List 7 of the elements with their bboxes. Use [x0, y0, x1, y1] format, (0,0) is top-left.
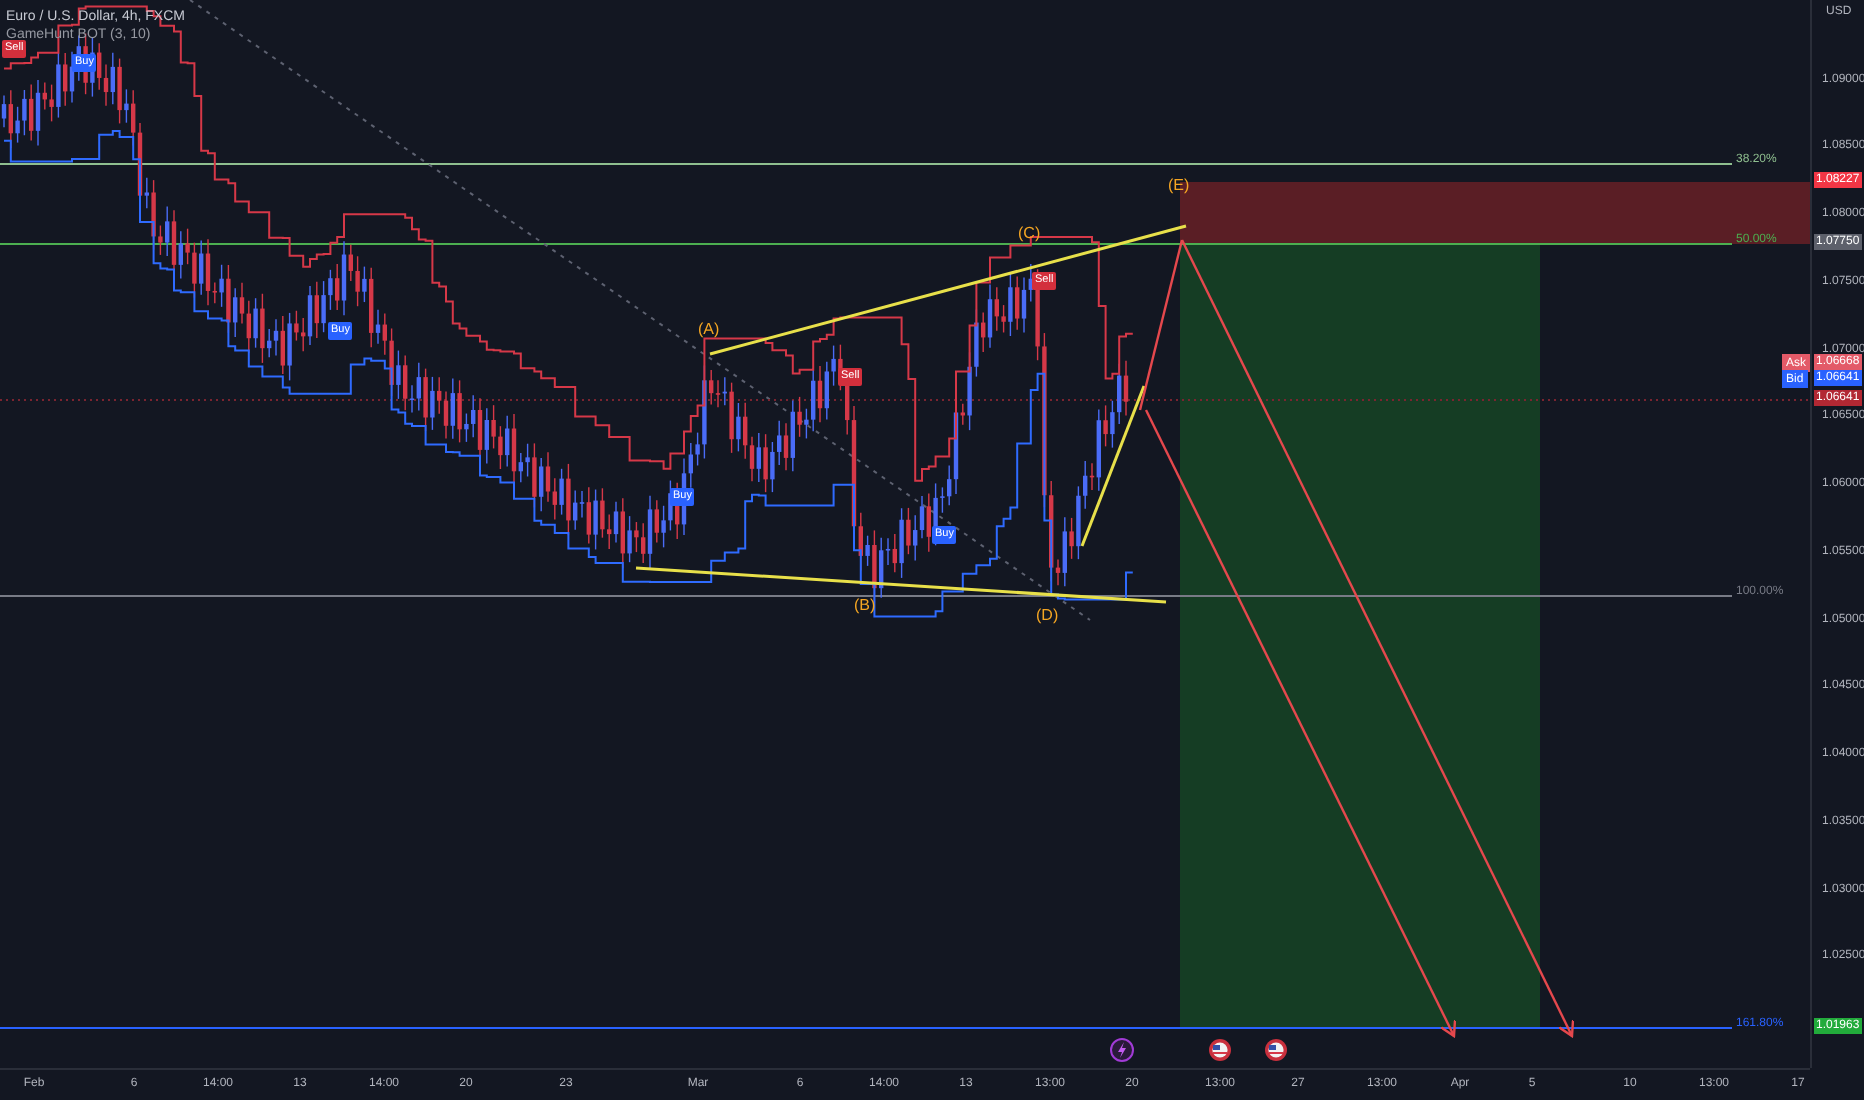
flag-icon[interactable] — [1209, 1039, 1231, 1061]
wave-label: (D) — [1036, 608, 1059, 624]
wave-label: (E) — [1168, 178, 1190, 194]
lightning-icon[interactable] — [1110, 1038, 1134, 1062]
wave-label: (C) — [1018, 226, 1041, 242]
wave-label: (A) — [698, 322, 720, 338]
flag-icon[interactable] — [1265, 1039, 1287, 1061]
